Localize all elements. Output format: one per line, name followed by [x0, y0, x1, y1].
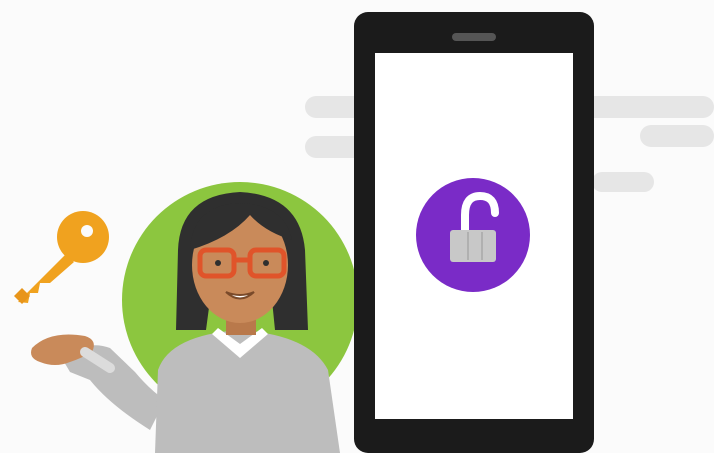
key-icon	[14, 211, 109, 304]
phone-speaker	[452, 33, 496, 41]
illustration-canvas	[0, 0, 714, 453]
cloud-bar	[592, 172, 654, 192]
cloud-bar	[575, 96, 714, 118]
unlocked-padlock-icon	[416, 178, 530, 292]
cloud-bar	[640, 125, 714, 147]
phone-device	[354, 12, 594, 453]
illustration	[14, 12, 714, 453]
